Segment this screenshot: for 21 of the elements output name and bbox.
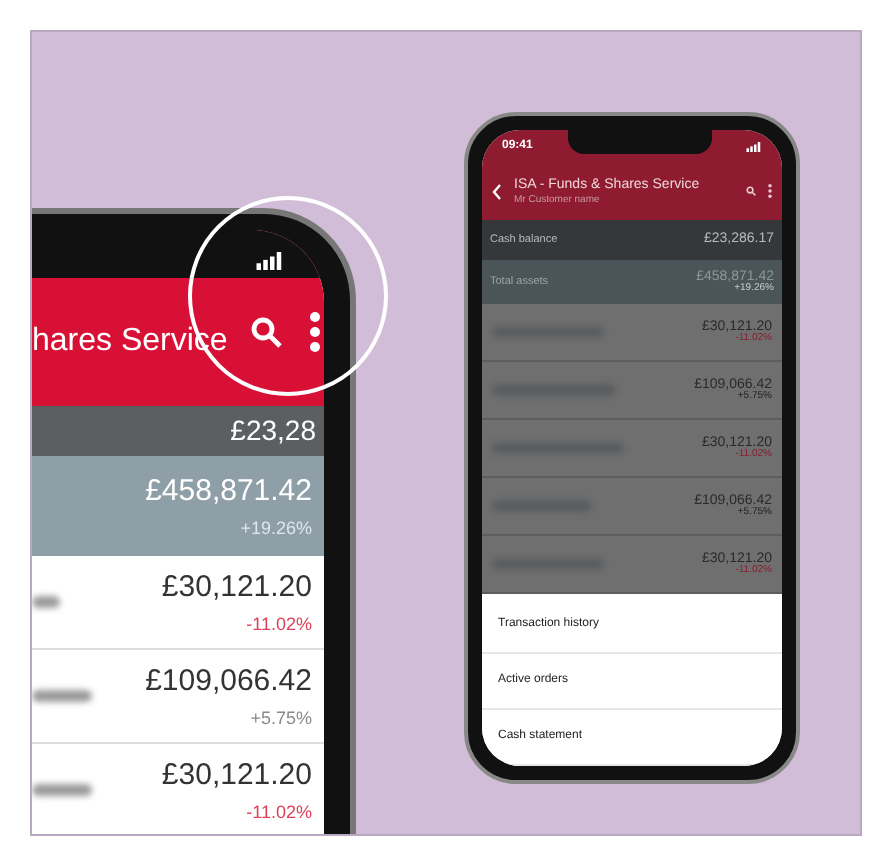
holding-change: +5.75% <box>250 705 312 731</box>
blurred-fund-name <box>32 784 92 796</box>
holding-value: £30,121.20 <box>161 756 312 796</box>
back-icon[interactable] <box>492 183 502 199</box>
blurred-fund-name <box>32 690 92 702</box>
holding-change: -11.02% <box>246 611 312 637</box>
blurred-fund-name <box>32 596 60 608</box>
signal-icon <box>256 252 284 270</box>
more-options-icon[interactable] <box>309 312 319 352</box>
holding-value: £109,066.42 <box>145 662 312 702</box>
total-assets-change: +19.26% <box>240 515 312 541</box>
holding-value: £30,121.20 <box>161 568 312 608</box>
search-icon[interactable] <box>746 186 756 196</box>
holding-row[interactable]: £30,121.20 -11.02% <box>32 556 324 650</box>
holding-change: -11.02% <box>246 799 312 825</box>
holding-row[interactable]: £30,121.20 -11.02% <box>32 744 324 834</box>
total-assets-value: £458,871.42 <box>145 472 312 512</box>
holding-row[interactable]: £109,066.42 +5.75% <box>32 650 324 744</box>
signal-icon <box>745 141 762 151</box>
cash-balance-value: £23,28 <box>230 412 316 450</box>
search-icon[interactable] <box>249 316 281 348</box>
